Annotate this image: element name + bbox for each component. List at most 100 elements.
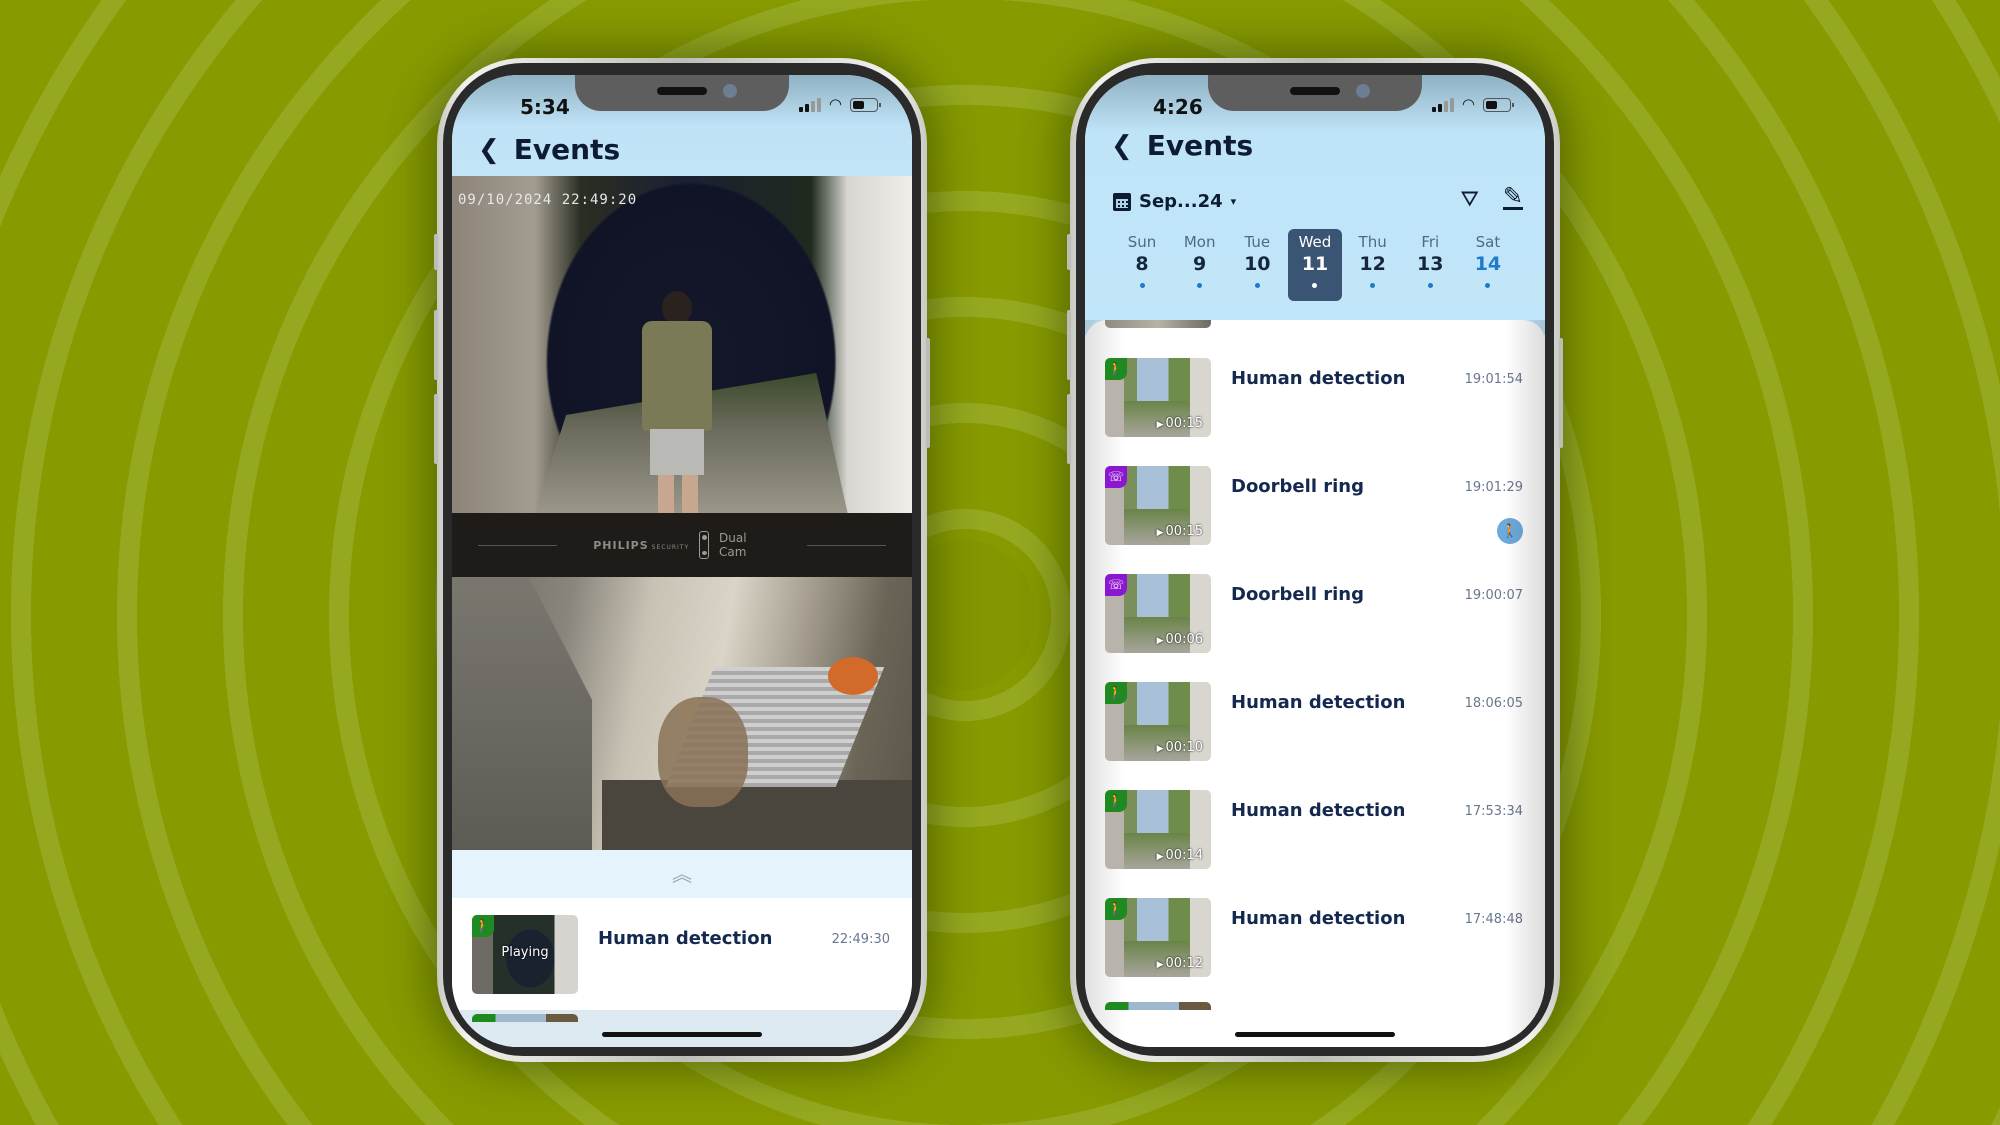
event-list[interactable]: 🚶 00:15 Human detection 19:01:54 ☏ 00:15… xyxy=(1085,320,1545,1047)
video-duration: 00:10 xyxy=(1157,740,1203,755)
expand-list-button[interactable]: ︽ xyxy=(452,850,912,898)
event-title: Human detection xyxy=(1231,368,1406,389)
home-indicator[interactable] xyxy=(1235,1032,1395,1037)
back-button[interactable]: ❮ Events xyxy=(478,133,620,166)
event-item[interactable]: 🚶 Playing Human detection 22:49:30 xyxy=(452,898,912,1006)
event-thumbnail: 🚶 00:12 xyxy=(1105,898,1211,977)
event-time: 22:49:30 xyxy=(831,932,890,947)
event-item[interactable]: 🚶 00:12 Human detection 17:48:48 xyxy=(1085,898,1545,1006)
signal-icon xyxy=(1431,97,1454,112)
calendar-icon xyxy=(1113,192,1131,211)
list-footer xyxy=(452,1010,912,1047)
has-events-dot xyxy=(1197,283,1203,288)
event-thumbnail: ☏ 00:15 xyxy=(1105,466,1211,545)
event-item[interactable]: 🚶 00:10 Human detection 18:06:05 xyxy=(1085,682,1545,790)
divider-line xyxy=(478,544,558,546)
chevron-left-icon: ❮ xyxy=(1111,130,1133,161)
volume-up-button xyxy=(434,310,438,380)
day-fri[interactable]: Fri 13 xyxy=(1403,229,1457,301)
battery-icon xyxy=(1483,97,1514,112)
doorbell-device-icon xyxy=(699,531,710,559)
walking-person-icon: 🚶 xyxy=(1105,358,1127,380)
has-events-dot xyxy=(1312,283,1318,288)
date-range-selector[interactable]: Sep...24 ▾ xyxy=(1113,191,1236,212)
double-chevron-up-icon: ︽ xyxy=(672,862,692,886)
power-button xyxy=(1559,338,1563,448)
filter-icon[interactable]: ⛛ xyxy=(1461,187,1479,212)
page-title: Events xyxy=(513,133,621,166)
event-item[interactable]: ☏ 00:06 Doorbell ring 19:00:07 xyxy=(1085,574,1545,682)
video-duration: 00:15 xyxy=(1157,416,1203,431)
signal-icon xyxy=(798,97,821,112)
video-duration: 00:12 xyxy=(1157,956,1203,971)
event-time: 17:48:48 xyxy=(1464,912,1523,927)
day-sun[interactable]: Sun 8 xyxy=(1115,229,1169,301)
event-thumbnail: 🚶 00:10 xyxy=(1105,682,1211,761)
brand-logo: PHILIPS SECURITY xyxy=(593,538,690,552)
has-events-dot xyxy=(1427,283,1433,288)
page-title: Events xyxy=(1146,129,1254,162)
event-title: Human detection xyxy=(1231,692,1406,713)
walking-person-icon: 🚶 xyxy=(1105,682,1127,704)
walking-person-icon: 🚶 xyxy=(1105,790,1127,812)
chevron-left-icon: ❮ xyxy=(478,134,500,165)
video-player-top-view[interactable]: 09/10/2024 22:49:20 xyxy=(452,176,912,513)
event-thumbnail: 🚶 00:14 xyxy=(1105,790,1211,869)
back-button[interactable]: ❮ Events xyxy=(1111,129,1253,162)
day-wed-selected[interactable]: Wed 11 xyxy=(1287,229,1342,301)
human-detected-icon[interactable]: 🚶 xyxy=(1497,518,1523,544)
edit-icon[interactable]: ✎ xyxy=(1502,184,1523,210)
device-name: Dual Cam xyxy=(719,531,747,559)
event-time: 18:06:05 xyxy=(1464,696,1523,711)
status-time: 5:34 xyxy=(520,95,570,119)
next-event-thumbnail-peek xyxy=(472,1014,578,1022)
day-tue[interactable]: Tue 10 xyxy=(1230,229,1284,301)
divider-line xyxy=(806,544,886,546)
event-time: 19:01:29 xyxy=(1464,480,1523,495)
left-phone: 5:34 ◠ ❮ Events 09/10/2024 22:49:20 PHIL… xyxy=(434,58,930,1062)
volume-down-button xyxy=(434,394,438,464)
event-title: Human detection xyxy=(598,928,773,949)
battery-icon xyxy=(850,97,881,112)
video-duration: 00:15 xyxy=(1157,524,1203,539)
walking-person-icon: 🚶 xyxy=(472,915,494,937)
walking-person-icon: 🚶 xyxy=(1105,898,1127,920)
mute-switch xyxy=(434,234,438,270)
home-indicator[interactable] xyxy=(602,1032,762,1037)
person-in-video xyxy=(642,291,712,513)
event-time: 19:01:54 xyxy=(1464,372,1523,387)
wifi-icon: ◠ xyxy=(828,95,842,113)
video-duration: 00:06 xyxy=(1157,632,1203,647)
playing-label: Playing xyxy=(501,945,549,960)
next-event-thumbnail-peek xyxy=(1105,1002,1211,1010)
event-title: Human detection xyxy=(1231,908,1406,929)
volume-up-button xyxy=(1067,310,1071,380)
day-sat-today[interactable]: Sat 14 xyxy=(1461,229,1515,301)
event-item[interactable]: 🚶 00:15 Human detection 19:01:54 xyxy=(1085,358,1545,466)
day-mon[interactable]: Mon 9 xyxy=(1173,229,1227,301)
caret-down-icon: ▾ xyxy=(1230,195,1237,208)
doorbell-call-icon: ☏ xyxy=(1105,466,1127,488)
right-screen: 4:26 ◠ ❮ Events Sep...24 ▾ ⛛ ✎ Sun 8 Mon 9… xyxy=(1085,75,1545,1047)
camera-brand-band: PHILIPS SECURITY Dual Cam xyxy=(452,513,912,577)
doorbell-call-icon: ☏ xyxy=(1105,574,1127,596)
event-item[interactable]: 🚶 00:14 Human detection 17:53:34 xyxy=(1085,790,1545,898)
notch xyxy=(575,75,789,111)
event-time: 17:53:34 xyxy=(1464,804,1523,819)
video-duration: 00:14 xyxy=(1157,848,1203,863)
event-item[interactable]: ☏ 00:15 Doorbell ring 19:01:29 🚶 xyxy=(1085,466,1545,574)
right-phone: 4:26 ◠ ❮ Events Sep...24 ▾ ⛛ ✎ Sun 8 Mon 9… xyxy=(1067,58,1563,1062)
event-thumbnail: 🚶 Playing xyxy=(472,915,578,994)
event-time: 19:00:07 xyxy=(1464,588,1523,603)
video-player-bottom-view[interactable] xyxy=(452,577,912,850)
week-strip: Sun 8 Mon 9 Tue 10 Wed 11 Thu 12 Fri 13 Sat 14 xyxy=(1115,229,1515,301)
event-title: Human detection xyxy=(1231,800,1406,821)
event-title: Doorbell ring xyxy=(1231,584,1364,605)
left-screen: 5:34 ◠ ❮ Events 09/10/2024 22:49:20 PHIL… xyxy=(452,75,912,1047)
event-list: 🚶 Playing Human detection 22:49:30 xyxy=(452,898,912,1010)
volume-down-button xyxy=(1067,394,1071,464)
notch xyxy=(1208,75,1422,111)
video-timestamp: 09/10/2024 22:49:20 xyxy=(458,192,638,208)
day-thu[interactable]: Thu 12 xyxy=(1346,229,1400,301)
status-time: 4:26 xyxy=(1153,95,1203,119)
